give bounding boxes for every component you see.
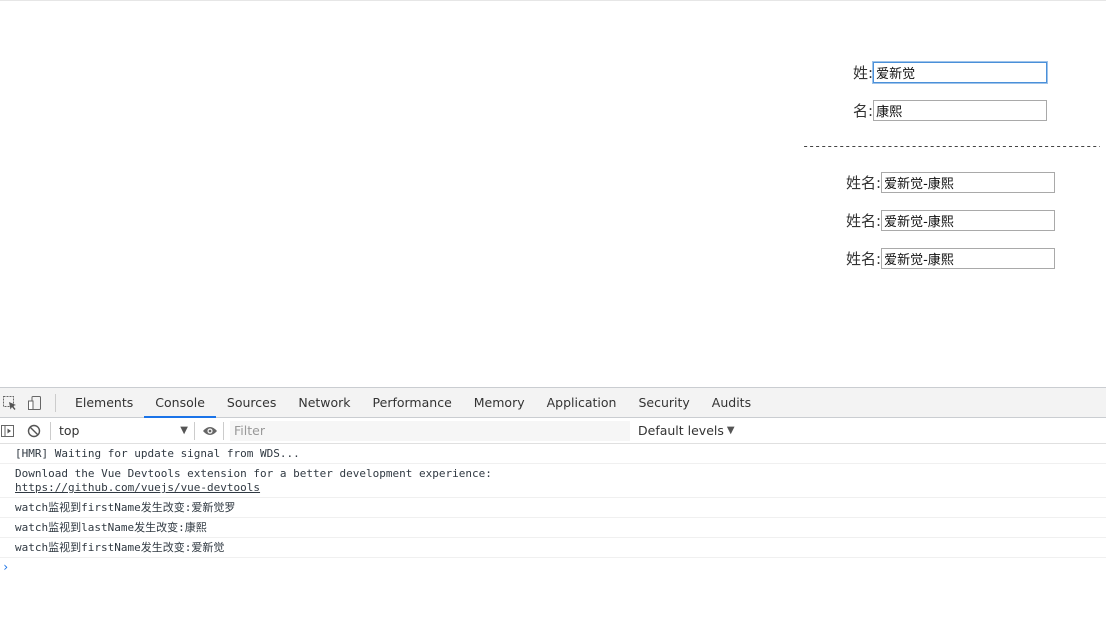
dropdown-arrow-icon: ▼ <box>726 425 735 436</box>
toolbar-separator <box>194 421 195 440</box>
tab-console[interactable]: Console <box>144 388 216 418</box>
inspect-element-icon[interactable] <box>0 388 20 418</box>
full-name-label: 姓名: <box>846 250 882 268</box>
context-selector[interactable]: top ▼ <box>59 423 194 438</box>
console-message-text: watch监视到lastName发生改变:康熙 <box>15 521 207 534</box>
console-message: watch监视到firstName发生改变:爱新觉 <box>0 538 1106 558</box>
full-name-row: 姓名: <box>846 172 1056 193</box>
divider-line: ----------------------------------------… <box>802 139 1100 153</box>
first-name-label: 姓: <box>853 64 874 82</box>
tab-network[interactable]: Network <box>287 388 361 417</box>
console-message-text: watch监视到firstName发生改变:爱新觉罗 <box>15 501 236 514</box>
full-name-row: 姓名: <box>846 248 1056 269</box>
full-name-input[interactable] <box>881 172 1056 193</box>
console-message-text: Download the Vue Devtools extension for … <box>15 467 492 480</box>
toolbar-separator <box>50 421 51 440</box>
clear-console-icon[interactable] <box>24 418 44 444</box>
console-prompt[interactable]: › <box>0 558 1106 574</box>
console-output: [HMR] Waiting for update signal from WDS… <box>0 444 1106 574</box>
tab-elements[interactable]: Elements <box>64 388 144 417</box>
console-message: watch监视到firstName发生改变:爱新觉罗 <box>0 498 1106 518</box>
toolbar-separator <box>55 393 56 412</box>
tab-application[interactable]: Application <box>536 388 628 417</box>
app-page: 姓: 名: ----------------------------------… <box>0 0 1106 387</box>
console-message: Download the Vue Devtools extension for … <box>0 464 1106 498</box>
first-name-input[interactable] <box>873 62 1048 83</box>
tab-performance[interactable]: Performance <box>362 388 463 417</box>
devtools-panel: Elements Console Sources Network Perform… <box>0 387 1106 632</box>
context-label: top <box>59 423 80 438</box>
toolbar-separator <box>223 421 224 440</box>
full-name-input[interactable] <box>881 248 1056 269</box>
devtools-tabbar: Elements Console Sources Network Perform… <box>0 388 1106 418</box>
devtools-link[interactable]: https://github.com/vuejs/vue-devtools <box>15 481 260 494</box>
console-toolbar: top ▼ Filter Default levels ▼ <box>0 418 1106 444</box>
tab-security[interactable]: Security <box>627 388 700 417</box>
dropdown-arrow-icon: ▼ <box>180 425 188 436</box>
console-message-text: [HMR] Waiting for update signal from WDS… <box>15 447 300 460</box>
sidebar-toggle-icon[interactable] <box>0 418 16 444</box>
levels-label: Default levels <box>638 423 724 438</box>
full-name-label: 姓名: <box>846 174 882 192</box>
tab-memory[interactable]: Memory <box>463 388 536 417</box>
tab-audits[interactable]: Audits <box>701 388 762 417</box>
console-message-text: watch监视到firstName发生改变:爱新觉 <box>15 541 225 554</box>
console-message: watch监视到lastName发生改变:康熙 <box>0 518 1106 538</box>
tab-sources[interactable]: Sources <box>216 388 287 417</box>
console-message: [HMR] Waiting for update signal from WDS… <box>0 444 1106 464</box>
filter-input[interactable]: Filter <box>230 420 630 441</box>
last-name-input[interactable] <box>873 100 1048 121</box>
full-name-row: 姓名: <box>846 210 1056 231</box>
device-toggle-icon[interactable] <box>25 388 45 418</box>
last-name-row: 名: <box>853 100 1048 121</box>
last-name-label: 名: <box>853 102 874 120</box>
full-name-label: 姓名: <box>846 212 882 230</box>
prompt-chevron-icon: › <box>2 560 10 574</box>
full-name-input[interactable] <box>881 210 1056 231</box>
eye-icon[interactable] <box>199 418 221 444</box>
levels-selector[interactable]: Default levels ▼ <box>638 423 735 438</box>
first-name-row: 姓: <box>853 62 1048 83</box>
